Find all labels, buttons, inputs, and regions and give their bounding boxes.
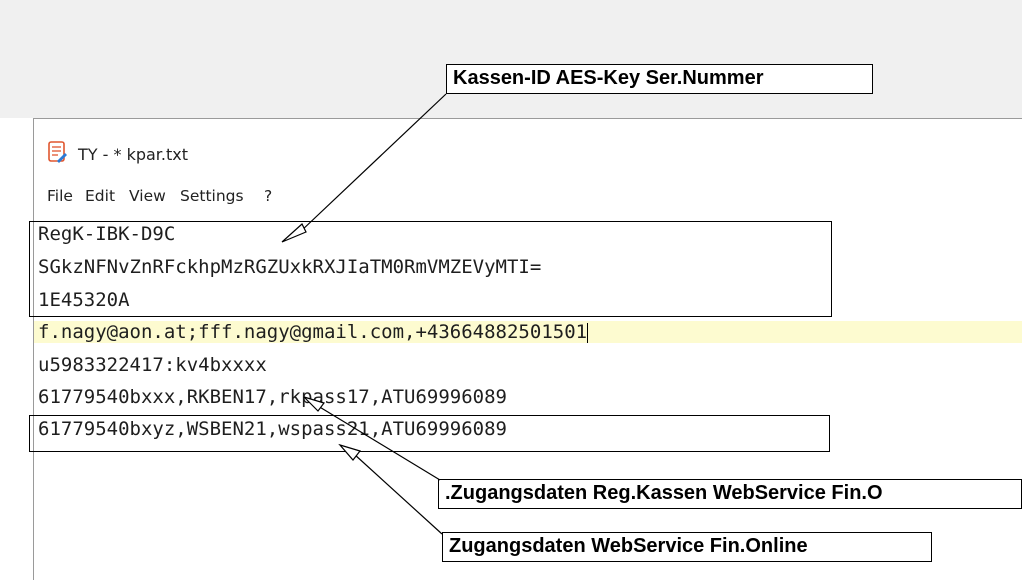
menu-help[interactable]: ? <box>264 187 272 205</box>
highlight-frame-credentials <box>29 221 832 317</box>
editor-line-6: 61779540bxxx,RKBEN17,rkpass17,ATU6999608… <box>38 386 507 408</box>
menu-edit[interactable]: Edit <box>85 187 115 205</box>
annotation-label-bottom: Zugangsdaten WebService Fin.Online <box>442 532 932 562</box>
title-bar: TY - * kpar.txt <box>34 119 1022 183</box>
editor-line-4-current: f.nagy@aon.at;fff.nagy@gmail.com,+436648… <box>34 321 1022 343</box>
background-band <box>0 0 1022 118</box>
text-cursor <box>587 322 589 343</box>
menu-file[interactable]: File <box>47 187 73 205</box>
menu-view[interactable]: View <box>129 187 166 205</box>
window-title: TY - * kpar.txt <box>78 145 189 164</box>
annotation-label-top: Kassen-ID AES-Key Ser.Nummer <box>446 64 873 94</box>
highlight-frame-webservice <box>29 415 830 452</box>
current-line-text: f.nagy@aon.at;fff.nagy@gmail.com,+436648… <box>38 321 588 343</box>
editor-window: TY - * kpar.txt File Edit View Settings … <box>33 118 1022 581</box>
notepad-document-icon <box>48 141 67 163</box>
menu-bar: File Edit View Settings ? <box>34 187 1022 213</box>
annotation-label-middle: .Zugangsdaten Reg.Kassen WebService Fin.… <box>438 479 1022 509</box>
menu-settings[interactable]: Settings <box>180 187 244 205</box>
editor-line-5: u5983322417:kv4bxxxx <box>38 354 267 376</box>
